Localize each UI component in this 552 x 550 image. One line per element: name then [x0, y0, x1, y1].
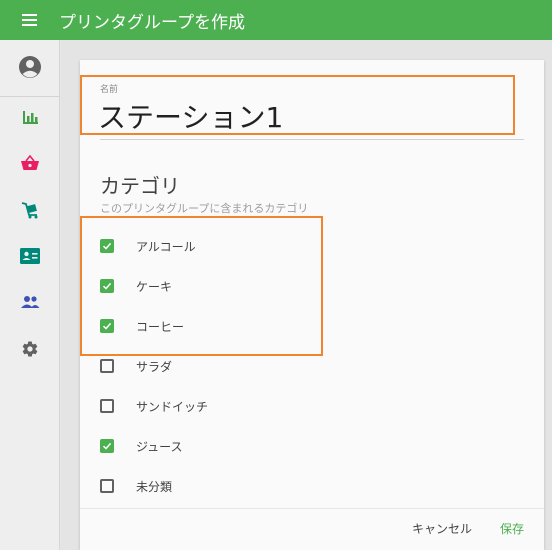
badge-card-icon: [20, 248, 40, 264]
sidebar-item-account[interactable]: [0, 47, 60, 87]
check-icon: [102, 242, 112, 250]
category-label: ケーキ: [136, 279, 173, 294]
sidebar-item-orders[interactable]: [0, 190, 60, 230]
category-label: サンドイッチ: [136, 399, 209, 414]
category-item[interactable]: サンドイッチ: [100, 391, 400, 421]
app-bar: プリンタグループを作成: [0, 0, 552, 40]
check-icon: [102, 442, 112, 450]
save-button[interactable]: 保存: [500, 520, 524, 537]
category-section-subtitle: このプリンタグループに含まれるカテゴリ: [100, 202, 309, 215]
sidebar-item-products[interactable]: [0, 143, 60, 183]
category-checkbox[interactable]: [100, 359, 114, 373]
category-item[interactable]: コーヒー: [100, 311, 400, 341]
category-checkbox[interactable]: [100, 319, 114, 333]
sidebar-item-staff[interactable]: [0, 236, 60, 276]
category-item[interactable]: ケーキ: [100, 271, 400, 301]
name-input-underline: [100, 139, 524, 140]
category-item[interactable]: 未分類: [100, 471, 400, 501]
category-checkbox[interactable]: [100, 439, 114, 453]
sidebar-item-customers[interactable]: [0, 282, 60, 322]
category-label: コーヒー: [136, 319, 185, 334]
category-checkbox[interactable]: [100, 279, 114, 293]
name-input[interactable]: ステーション1: [98, 96, 283, 136]
category-section-title: カテゴリ: [100, 174, 180, 198]
cart-icon: [21, 202, 38, 219]
bar-chart-icon: [23, 111, 38, 124]
account-circle-icon: [19, 56, 41, 78]
category-item[interactable]: ジュース: [100, 431, 400, 461]
sidebar-item-settings[interactable]: [0, 329, 60, 369]
category-label: サラダ: [136, 359, 173, 374]
category-item[interactable]: アルコール: [100, 231, 400, 261]
people-icon: [21, 296, 40, 308]
check-icon: [102, 282, 112, 290]
footer-divider: [80, 508, 544, 509]
category-item[interactable]: サラダ: [100, 351, 400, 381]
category-checkbox[interactable]: [100, 479, 114, 493]
category-checkbox[interactable]: [100, 399, 114, 413]
gear-icon: [22, 341, 38, 357]
printer-group-form-card: 名前 ステーション1 カテゴリ このプリンタグループに含まれるカテゴリ アルコー…: [80, 60, 544, 550]
sidebar: [0, 40, 60, 550]
check-icon: [102, 322, 112, 330]
page-title: プリンタグループを作成: [59, 12, 245, 33]
category-label: ジュース: [136, 439, 183, 454]
menu-icon[interactable]: [22, 14, 37, 26]
category-label: アルコール: [136, 239, 196, 254]
category-checkbox[interactable]: [100, 239, 114, 253]
category-label: 未分類: [136, 479, 173, 494]
name-field-label: 名前: [100, 85, 119, 95]
sidebar-item-reports[interactable]: [0, 97, 60, 137]
basket-icon: [21, 154, 39, 170]
cancel-button[interactable]: キャンセル: [412, 520, 472, 537]
